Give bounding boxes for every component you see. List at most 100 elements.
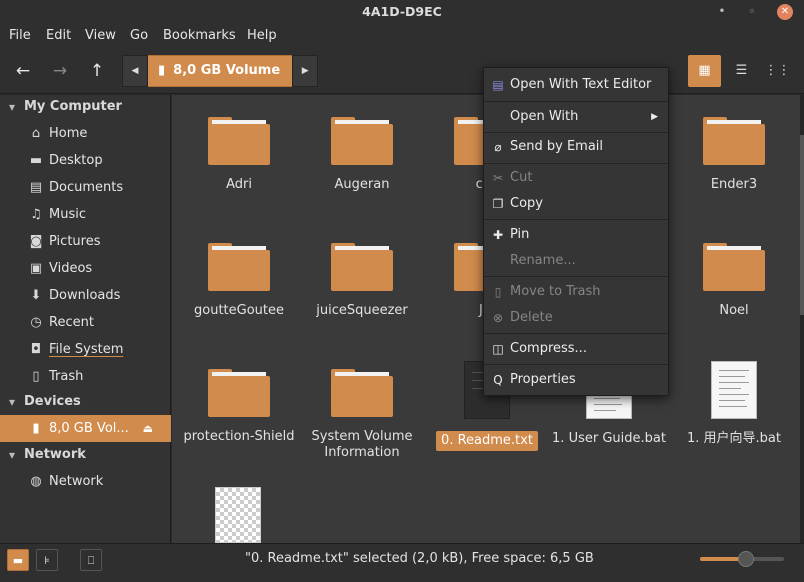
document-icon	[711, 361, 757, 419]
menu-help[interactable]: Help	[247, 28, 277, 43]
sidebar-item-videos[interactable]: ▣ Videos	[0, 255, 171, 282]
menu-view[interactable]: View	[85, 28, 116, 43]
zoom-slider[interactable]	[700, 551, 784, 567]
sidebar-item-documents[interactable]: ▤ Documents	[0, 174, 171, 201]
folder-icon	[208, 369, 270, 417]
file-item-folder[interactable]: Adri	[174, 117, 304, 193]
menu-separator	[484, 364, 668, 365]
sidebar-item-pictures[interactable]: ◙ Pictures	[0, 228, 171, 255]
pin-icon: ✚	[492, 228, 504, 242]
maximize-icon[interactable]: ◦	[744, 4, 760, 20]
places-sidebar-button[interactable]: ▬	[7, 549, 29, 571]
compact-view-button[interactable]: ⋮⋮	[761, 55, 794, 87]
delete-icon: ⊗	[492, 311, 504, 325]
menu-go[interactable]: Go	[130, 28, 148, 43]
status-bar: ▬ ⊧ ⎕ "0. Readme.txt" selected (2,0 kB),…	[0, 543, 804, 582]
file-item-folder[interactable]: Noel	[669, 243, 799, 319]
back-arrow-icon[interactable]: ←	[10, 58, 36, 84]
scrollbar-thumb[interactable]	[800, 135, 804, 315]
window-title: 4A1D-D9EC	[362, 4, 442, 19]
folder-icon	[208, 243, 270, 291]
menu-item-delete: ⊗ Delete	[484, 305, 668, 331]
context-menu: ▤ Open With Text Editor Open With ▶ ⌀ Send …	[483, 67, 669, 396]
file-item-image[interactable]	[173, 487, 303, 543]
sidebar-section-my-computer[interactable]: My Computer	[0, 95, 171, 119]
forward-arrow-icon[interactable]: →	[47, 58, 73, 84]
usb-drive-icon: ▮	[158, 63, 166, 78]
sidebar-item-usb-volume[interactable]: ▮ 8,0 GB Vol... ⏏	[0, 415, 171, 442]
menu-edit[interactable]: Edit	[46, 28, 71, 43]
sidebar-item-trash[interactable]: ▯ Trash	[0, 363, 171, 390]
sidebar-section-devices[interactable]: Devices	[0, 390, 171, 414]
path-bar: ◀ ▮ 8,0 GB Volume ▶	[122, 55, 319, 87]
menu-item-properties[interactable]: Q Properties	[484, 367, 668, 393]
menu-separator	[484, 101, 668, 102]
breadcrumb-volume[interactable]: ▮ 8,0 GB Volume	[148, 55, 293, 87]
sidebar-section-network[interactable]: Network	[0, 443, 171, 467]
folder-icon	[331, 369, 393, 417]
properties-icon: Q	[493, 373, 503, 387]
paperclip-icon: ⌀	[494, 140, 502, 154]
folder-icon	[331, 117, 393, 165]
text-editor-icon: ▤	[492, 78, 504, 92]
menu-bookmarks[interactable]: Bookmarks	[163, 28, 236, 43]
documents-icon: ▤	[29, 180, 43, 195]
list-view-button[interactable]: ☰	[725, 55, 758, 87]
clock-icon: ◷	[30, 315, 42, 330]
file-item-folder[interactable]: protection-Shield	[174, 369, 304, 445]
menu-separator	[484, 333, 668, 334]
folder-icon	[331, 243, 393, 291]
scissors-icon: ✂	[492, 171, 504, 185]
sidebar-item-recent[interactable]: ◷ Recent	[0, 309, 171, 336]
file-item-folder[interactable]: juiceSqueezer	[297, 243, 427, 319]
download-icon: ⬇	[30, 288, 42, 303]
zoom-slider-handle[interactable]	[738, 551, 755, 567]
menu-item-copy[interactable]: ❐ Copy	[484, 191, 668, 217]
breadcrumb-label: 8,0 GB Volume	[173, 63, 281, 78]
menu-separator	[484, 132, 668, 133]
sidebar-item-file-system[interactable]: ◘ File System	[0, 336, 171, 363]
sidebar-item-downloads[interactable]: ⬇ Downloads	[0, 282, 171, 309]
menu-item-open-with[interactable]: Open With ▶	[484, 104, 668, 130]
menu-item-pin[interactable]: ✚ Pin	[484, 222, 668, 248]
menu-item-open-with-text-editor[interactable]: ▤ Open With Text Editor	[484, 72, 668, 98]
eject-icon[interactable]: ⏏	[143, 415, 153, 442]
up-arrow-icon[interactable]: ↑	[84, 58, 110, 84]
tree-sidebar-button[interactable]: ⊧	[36, 549, 58, 571]
film-icon: ▣	[29, 261, 43, 276]
camera-icon: ◙	[29, 234, 43, 249]
file-item-folder[interactable]: Augeran	[297, 117, 427, 193]
minimize-icon[interactable]: •	[714, 4, 730, 20]
menu-file[interactable]: File	[9, 28, 31, 43]
drive-icon: ◘	[30, 342, 42, 357]
menu-item-compress[interactable]: ◫ Compress...	[484, 336, 668, 362]
globe-icon: ◍	[30, 474, 42, 489]
sidebar-item-network[interactable]: ◍ Network	[0, 468, 171, 495]
trash-icon: ▯	[32, 369, 40, 384]
toolbar: ← → ↑ ◀ ▮ 8,0 GB Volume ▶ ▦ ☰ ⋮⋮	[0, 48, 804, 94]
folder-icon	[208, 117, 270, 165]
usb-drive-icon: ▮	[32, 421, 40, 436]
menu-separator	[484, 163, 668, 164]
sidebar-item-music[interactable]: ♫ Music	[0, 201, 171, 228]
path-left-arrow-icon[interactable]: ◀	[122, 55, 148, 87]
sidebar-item-desktop[interactable]: ▬ Desktop	[0, 147, 171, 174]
trash-icon: ▯	[494, 285, 502, 299]
file-item-folder[interactable]: goutteGoutee	[174, 243, 304, 319]
icon-view-button[interactable]: ▦	[688, 55, 721, 87]
file-item-folder[interactable]: Ender3	[669, 117, 799, 193]
sidebar: My Computer ⌂Home ▬Desktop ▤Documents ♫M…	[0, 95, 171, 543]
file-item-folder[interactable]: System Volume Information	[297, 369, 427, 461]
scrollbar[interactable]	[800, 95, 804, 543]
path-right-arrow-icon[interactable]: ▶	[292, 55, 319, 87]
menu-bar: File Edit View Go Bookmarks Help	[0, 24, 804, 48]
hide-sidebar-button[interactable]: ⎕	[80, 549, 102, 571]
sidebar-item-home[interactable]: ⌂ Home	[0, 120, 171, 147]
close-icon[interactable]: ✕	[777, 4, 793, 20]
home-icon: ⌂	[31, 126, 41, 141]
menu-item-move-to-trash: ▯ Move to Trash	[484, 279, 668, 305]
status-text: "0. Readme.txt" selected (2,0 kB), Free …	[245, 551, 594, 566]
desktop-icon: ▬	[29, 153, 43, 168]
file-item-document[interactable]: 1. 用户向导.bat	[669, 361, 799, 447]
menu-item-send-by-email[interactable]: ⌀ Send by Email	[484, 134, 668, 160]
